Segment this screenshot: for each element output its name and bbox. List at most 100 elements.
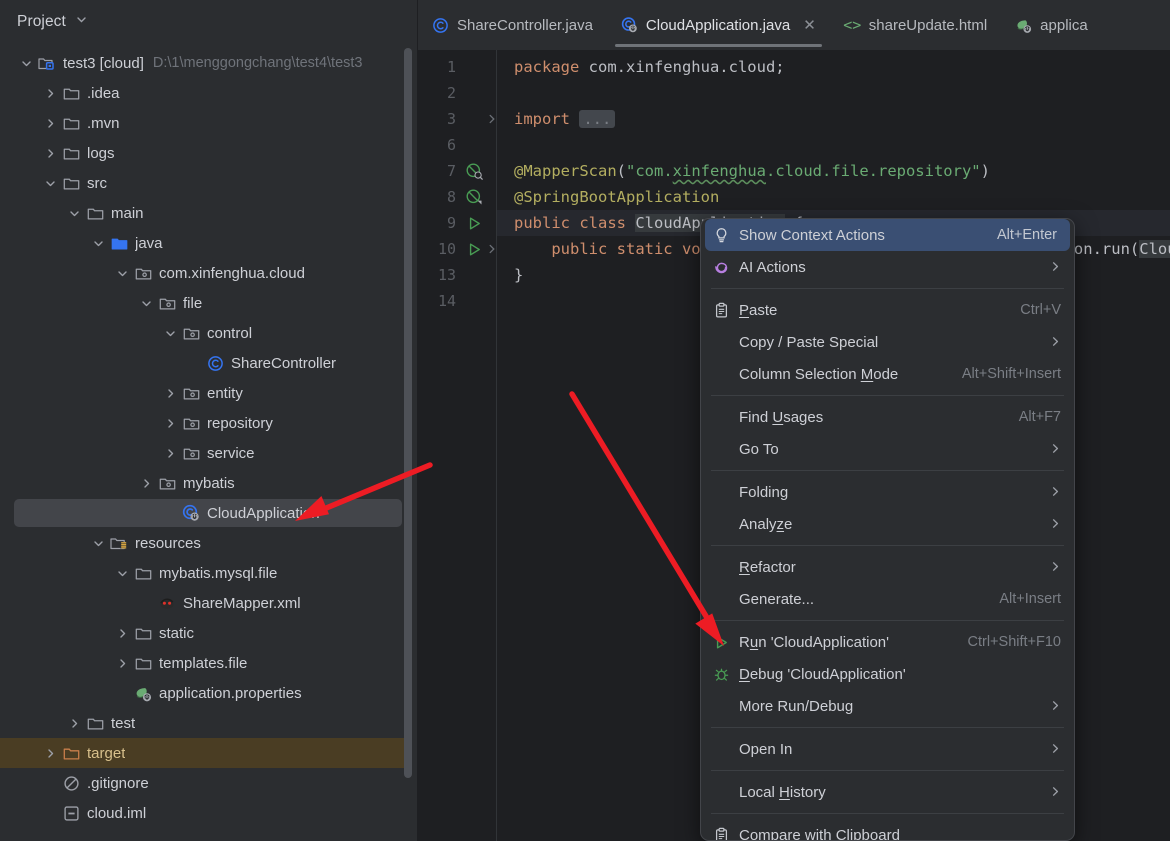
chevron-right-icon[interactable] [114,625,130,641]
tree-node-test3-cloud[interactable]: test3 [cloud] D:\1\menggongchang\test4\te… [0,48,418,78]
menu-item-show-context-actions[interactable]: Show Context Actions Alt+Enter [705,219,1070,251]
mybatis-xml-icon [158,594,176,612]
chevron-down-icon[interactable] [66,205,82,221]
line-number: 8 [446,188,456,206]
menu-item-refactor[interactable]: Refactor [701,551,1074,583]
menu-item-column-selection-mode[interactable]: Column Selection Mode Alt+Shift+Insert [701,358,1074,390]
menu-separator [711,470,1064,471]
chevron-right-icon [1050,560,1061,575]
menu-item-shortcut: Alt+F7 [1018,409,1061,425]
chevron-down-icon[interactable] [18,55,34,71]
code-line-text[interactable]: @MapperScan("com. xinfenghua .cloud.file.r… [514,158,990,184]
menu-item-folding[interactable]: Folding [701,476,1074,508]
spring-boot-class-icon [182,504,200,522]
chevron-right-icon[interactable] [42,145,58,161]
editor-tab-sharecontroller-java[interactable]: ShareController.java [418,0,607,50]
code-line-text[interactable]: @SpringBootApplication [514,184,719,210]
editor-tab-applica[interactable]: applica [1001,0,1102,50]
chevron-right-icon[interactable] [114,655,130,671]
menu-item-ai-actions[interactable]: AI Actions [701,251,1074,283]
tree-node-cloudapplication[interactable]: CloudApplication [0,498,418,528]
fold-expander-icon[interactable] [484,106,500,132]
menu-item-label: Folding [739,483,789,501]
menu-item-run-cloudapplication[interactable]: Run 'CloudApplication' Ctrl+Shift+F10 [701,626,1074,658]
menu-item-find-usages[interactable]: Find Usages Alt+F7 [701,401,1074,433]
chevron-down-icon[interactable] [75,13,88,31]
tree-node-logs[interactable]: logs [0,138,418,168]
tree-node-static[interactable]: static [0,618,418,648]
tree-node-test[interactable]: test [0,708,418,738]
menu-item-open-in[interactable]: Open In [701,733,1074,765]
menu-item-go-to[interactable]: Go To [701,433,1074,465]
tree-node-mybatis[interactable]: mybatis [0,468,418,498]
tree-node-control[interactable]: control [0,318,418,348]
tree-node-label: test [111,714,136,732]
tree-node-cloud-iml[interactable]: cloud.iml [0,798,418,828]
tree-node-com-xinfenghua-cloud[interactable]: com.xinfenghua.cloud [0,258,418,288]
tree-node-templates-file[interactable]: templates.file [0,648,418,678]
chevron-down-icon[interactable] [90,235,106,251]
tree-node-sharemapper-xml[interactable]: ShareMapper.xml [0,588,418,618]
chevron-down-icon[interactable] [42,175,58,191]
tree-node-mybatis-mysql-file[interactable]: mybatis.mysql.file [0,558,418,588]
chevron-down-icon[interactable] [90,535,106,551]
tree-node-main[interactable]: main [0,198,418,228]
editor-tab-bar[interactable]: ShareController.java CloudApplication.jav… [418,0,1170,50]
chevron-right-icon[interactable] [162,385,178,401]
menu-item-copy-paste-special[interactable]: Copy / Paste Special [701,326,1074,358]
editor-tab-label: applica [1040,16,1088,34]
tree-node-service[interactable]: service [0,438,418,468]
code-line-text[interactable]: package com.xinfenghua.cloud; [514,54,785,80]
tree-node-file[interactable]: file [0,288,418,318]
tree-node-java[interactable]: java [0,228,418,258]
menu-item-generate[interactable]: Generate... Alt+Insert [701,583,1074,615]
fold-expander-icon[interactable] [484,236,500,262]
tree-node-idea[interactable]: .idea [0,78,418,108]
chevron-right-icon[interactable] [138,475,154,491]
spring-search-icon[interactable] [464,158,484,184]
scrollbar-thumb[interactable] [404,48,412,778]
code-line-text[interactable]: import ... [514,106,616,132]
chevron-right-icon[interactable] [42,745,58,761]
run-gutter-icon[interactable] [464,236,484,262]
chevron-right-icon[interactable] [42,85,58,101]
chevron-down-icon[interactable] [162,325,178,341]
tree-node-src[interactable]: src [0,168,418,198]
close-icon[interactable]: ✕ [803,18,816,33]
tree-node-mvn[interactable]: .mvn [0,108,418,138]
tree-node-resources[interactable]: resources [0,528,418,558]
menu-item-analyze[interactable]: Analyze [701,508,1074,540]
tree-node-sharecontroller[interactable]: ShareController [0,348,418,378]
menu-item-debug-cloudapplication[interactable]: Debug 'CloudApplication' [701,658,1074,690]
tree-node-repository[interactable]: repository [0,408,418,438]
chevron-down-icon[interactable] [114,565,130,581]
code-line-text[interactable]: } [514,262,523,288]
line-number: 2 [446,84,456,102]
clipboard-icon [711,302,732,319]
tree-node-application-properties[interactable]: application.properties [0,678,418,708]
menu-separator [711,620,1064,621]
tree-node-entity[interactable]: entity [0,378,418,408]
chevron-right-icon[interactable] [42,115,58,131]
menu-item-shortcut: Alt+Enter [996,227,1057,243]
chevron-down-icon[interactable] [114,265,130,281]
editor-tab-cloudapplication-java[interactable]: CloudApplication.java ✕ [607,0,830,50]
run-gutter-icon[interactable] [464,210,484,236]
project-tree-scrollbar[interactable] [404,48,412,841]
tree-node-gitignore[interactable]: .gitignore [0,768,418,798]
chevron-down-icon[interactable] [138,295,154,311]
project-panel-header[interactable]: Project [0,0,418,44]
chevron-right-icon[interactable] [162,445,178,461]
menu-item-paste[interactable]: Paste Ctrl+V [701,294,1074,326]
tree-node-target[interactable]: target [0,738,418,768]
menu-item-compare-with-clipboard[interactable]: Compare with Clipboard [701,819,1074,840]
spring-properties-icon [134,684,152,702]
editor-context-menu[interactable]: Show Context Actions Alt+Enter AI Actions P… [700,218,1075,841]
menu-item-more-run-debug[interactable]: More Run/Debug [701,690,1074,722]
menu-item-local-history[interactable]: Local History [701,776,1074,808]
chevron-right-icon[interactable] [66,715,82,731]
editor-tab-shareupdate-html[interactable]: <> shareUpdate.html [830,0,1001,50]
chevron-right-icon[interactable] [162,415,178,431]
spring-bean-icon[interactable] [464,184,484,210]
